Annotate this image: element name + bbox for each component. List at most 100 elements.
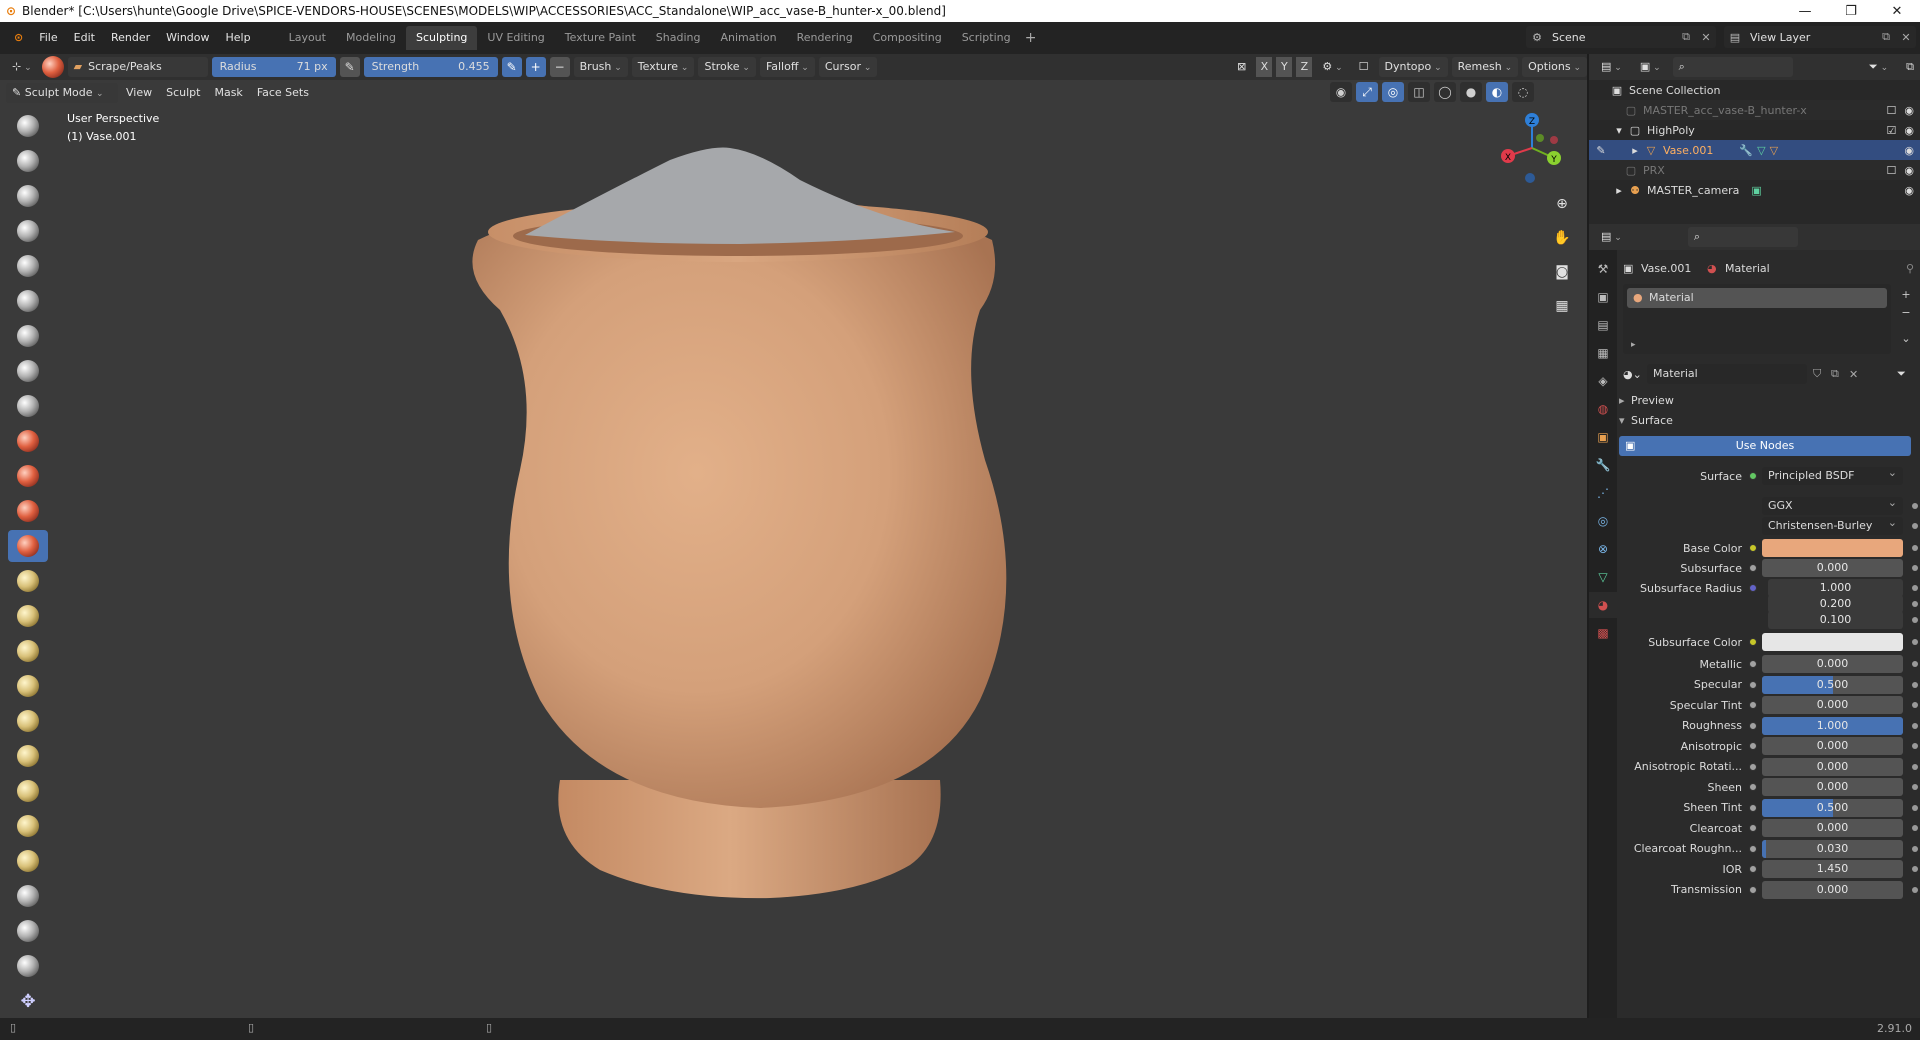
display-mode-icon[interactable]: ▣: [1634, 57, 1667, 77]
scene-selector[interactable]: ⚙ Scene ⧉ ✕: [1526, 26, 1716, 48]
particles-tab-icon[interactable]: ⋰: [1589, 480, 1617, 506]
tool-snake-hook[interactable]: [8, 705, 48, 737]
keyframe-dot-icon[interactable]: [1912, 681, 1918, 688]
navigation-gizmo[interactable]: Z Y X: [1492, 108, 1572, 188]
param-field[interactable]: 0.000: [1762, 737, 1903, 755]
use-nodes-button[interactable]: ▣ Use Nodes: [1619, 436, 1911, 456]
constraints-tab-icon[interactable]: ⊗: [1589, 536, 1617, 562]
material-slot-item[interactable]: ● Material: [1627, 288, 1887, 308]
tool-smooth[interactable]: [8, 425, 48, 457]
expand-arrow-icon[interactable]: ▸: [1631, 340, 1636, 350]
subsurface-color-swatch[interactable]: [1762, 633, 1903, 651]
zoom-icon[interactable]: ⊕: [1548, 190, 1576, 218]
3d-viewport[interactable]: User Perspective (1) Vase.001 ✥ Z Y X ⊕ …: [0, 80, 1587, 1018]
strength-field[interactable]: Strength 0.455: [363, 57, 498, 77]
tool-mask[interactable]: [8, 915, 48, 947]
keyframe-dot-icon[interactable]: [1912, 804, 1918, 811]
distribution-dropdown[interactable]: GGX: [1762, 494, 1903, 515]
surface-panel-header[interactable]: ▾ Surface: [1619, 410, 1920, 430]
param-field[interactable]: 0.000: [1762, 819, 1903, 837]
pin-icon[interactable]: ⚲: [1906, 262, 1914, 275]
tab-compositing[interactable]: Compositing: [863, 26, 952, 50]
keyframe-dot-icon[interactable]: [1912, 763, 1918, 770]
outliner-row-master-camera[interactable]: ▸ ⚉ MASTER_camera ▣ ◉: [1589, 180, 1920, 200]
strength-pressure-icon[interactable]: ✎: [501, 57, 522, 77]
outliner-row-prx[interactable]: ▢ PRX ☐ ◉: [1589, 160, 1920, 180]
camera-view-icon[interactable]: ◙: [1548, 258, 1576, 286]
outliner-row-scene-collection[interactable]: ▣ Scene Collection: [1589, 80, 1920, 100]
solid-shading-icon[interactable]: ●: [1460, 82, 1482, 102]
param-field[interactable]: 0.000: [1762, 880, 1903, 899]
browse-material-icon[interactable]: ◕⌄: [1623, 368, 1642, 381]
mirror-z-button[interactable]: Z: [1296, 57, 1313, 77]
brush-menu[interactable]: Brush: [573, 57, 628, 77]
keyframe-dot-icon[interactable]: [1912, 565, 1918, 571]
tab-modeling[interactable]: Modeling: [336, 26, 406, 50]
param-field[interactable]: 1.450: [1762, 860, 1903, 878]
properties-search-input[interactable]: ⌕: [1687, 227, 1798, 247]
texture-tab-icon[interactable]: ▩: [1589, 620, 1617, 646]
tool-nudge[interactable]: [8, 810, 48, 842]
keyframe-dot-icon[interactable]: [1912, 886, 1918, 893]
remove-slot-icon[interactable]: −: [1897, 304, 1915, 322]
world-tab-icon[interactable]: ◍: [1589, 396, 1617, 422]
param-field[interactable]: 0.030: [1762, 839, 1903, 858]
link-options-icon[interactable]: ⏷: [1897, 367, 1906, 381]
brush-preview-icon[interactable]: [41, 56, 64, 78]
tab-uv-editing[interactable]: UV Editing: [477, 26, 554, 50]
gizmo-toggle-icon[interactable]: ⤢: [1356, 82, 1378, 102]
material-slot-list[interactable]: ● Material ▸: [1623, 284, 1891, 354]
direction-subtract-icon[interactable]: −: [549, 57, 570, 77]
menu-view[interactable]: View: [120, 83, 158, 103]
menu-window[interactable]: Window: [158, 26, 217, 50]
filter-icon[interactable]: ⏷: [1863, 57, 1894, 77]
add-slot-icon[interactable]: +: [1897, 286, 1915, 304]
tool-slide-relax[interactable]: [8, 880, 48, 912]
texture-menu[interactable]: Texture: [631, 57, 695, 77]
scene-tab-icon[interactable]: ◈: [1589, 368, 1617, 394]
slot-specials-icon[interactable]: ⌄: [1897, 330, 1915, 348]
radius-field[interactable]: Radius 71 px: [211, 57, 336, 77]
tool-flatten[interactable]: [8, 460, 48, 492]
close-button[interactable]: ✕: [1874, 4, 1920, 19]
tool-elastic-deform[interactable]: [8, 670, 48, 702]
tool-scrape[interactable]: [8, 530, 48, 562]
ortho-grid-icon[interactable]: ▦: [1548, 292, 1576, 320]
keyframe-dot-icon[interactable]: [1912, 784, 1918, 790]
view-layer-name[interactable]: View Layer: [1746, 31, 1876, 44]
keyframe-dot-icon[interactable]: [1912, 503, 1918, 509]
tool-draw[interactable]: [8, 110, 48, 142]
menu-face-sets[interactable]: Face Sets: [251, 83, 315, 103]
menu-mask[interactable]: Mask: [208, 83, 248, 103]
tool-draw-face-sets[interactable]: [8, 950, 48, 982]
tool-pinch[interactable]: [8, 600, 48, 632]
menu-file[interactable]: File: [31, 26, 65, 50]
falloff-menu[interactable]: Falloff: [759, 57, 815, 77]
menu-render[interactable]: Render: [103, 26, 158, 50]
mirror-y-button[interactable]: Y: [1276, 57, 1293, 77]
tab-sculpting[interactable]: Sculpting: [406, 26, 478, 50]
keyframe-dot-icon[interactable]: [1912, 617, 1918, 623]
subsurface-field[interactable]: 0.000: [1762, 559, 1903, 577]
render-tab-icon[interactable]: ▣: [1589, 284, 1617, 310]
menu-help[interactable]: Help: [218, 26, 259, 50]
new-view-layer-icon[interactable]: ⧉: [1876, 30, 1896, 44]
new-scene-icon[interactable]: ⧉: [1676, 30, 1696, 44]
data-tab-icon[interactable]: ▽: [1589, 564, 1617, 590]
radius-pressure-icon[interactable]: ✎: [339, 57, 360, 77]
brush-selector[interactable]: ▰ Scrape/Peaks: [67, 57, 208, 77]
base-color-swatch[interactable]: [1762, 539, 1903, 557]
unlink-material-icon[interactable]: ✕: [1849, 368, 1858, 381]
keyframe-dot-icon[interactable]: [1912, 845, 1918, 852]
object-tab-icon[interactable]: ▣: [1589, 424, 1617, 450]
delete-scene-icon[interactable]: ✕: [1696, 31, 1716, 44]
modifier-tab-icon[interactable]: 🔧: [1589, 452, 1617, 478]
tab-texture-paint[interactable]: Texture Paint: [555, 26, 646, 50]
include-checkbox[interactable]: ☑: [1887, 124, 1897, 137]
maximize-button[interactable]: ❐: [1828, 4, 1874, 19]
new-collection-icon[interactable]: ⧉: [1900, 57, 1920, 77]
outliner-row-highpoly[interactable]: ▾ ▢ HighPoly ☑ ◉: [1589, 120, 1920, 140]
keyframe-dot-icon[interactable]: [1912, 866, 1918, 872]
tool-clay-thumb[interactable]: [8, 250, 48, 282]
tool-blob[interactable]: [8, 355, 48, 387]
